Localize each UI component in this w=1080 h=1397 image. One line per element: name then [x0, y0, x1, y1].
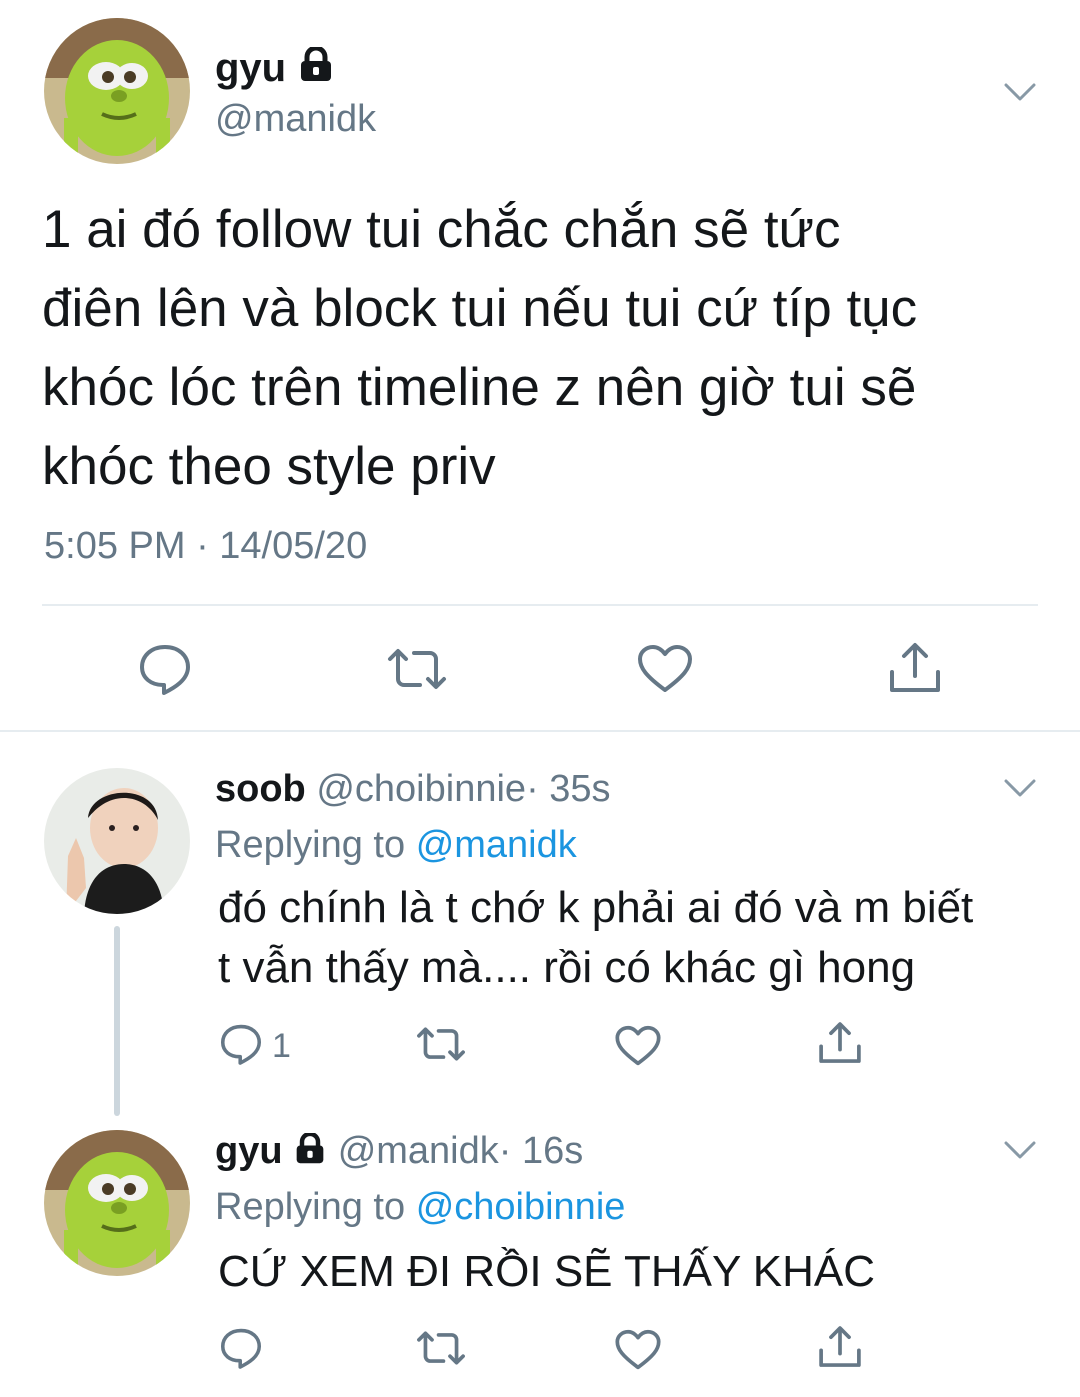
retweet-icon[interactable] [384, 645, 450, 693]
avatar[interactable] [44, 18, 190, 164]
avatar[interactable] [44, 768, 190, 914]
divider [42, 604, 1038, 606]
share-icon[interactable] [816, 1324, 864, 1370]
retweet-icon[interactable] [414, 1024, 468, 1064]
share-icon[interactable] [816, 1020, 864, 1066]
tweet-text: đó chính là t chớ k phải ai đó và m biết… [218, 878, 973, 998]
tweet-text-line: t vẫn thấy mà.... rồi có khác gì hong [218, 943, 916, 992]
lock-icon [293, 1130, 327, 1176]
avatar-mike-image [44, 18, 190, 164]
replying-to-link[interactable]: @choibinnie [416, 1186, 626, 1228]
like-icon[interactable] [636, 643, 694, 695]
chevron-down-icon[interactable] [1002, 1138, 1038, 1162]
replying-to-label: Replying to [215, 824, 406, 866]
handle[interactable]: @choibinnie [316, 768, 526, 810]
thread-connector [114, 926, 120, 1116]
reply-icon[interactable] [136, 642, 194, 696]
share-icon[interactable] [886, 640, 944, 696]
tweet-text-line: khóc theo style priv [42, 437, 496, 496]
replying-to: Replying to @manidk [215, 822, 577, 868]
display-name[interactable]: soob [215, 768, 306, 810]
avatar[interactable] [44, 1130, 190, 1276]
chevron-down-icon[interactable] [1002, 776, 1038, 800]
relative-time[interactable]: · 35s [526, 768, 610, 810]
like-icon[interactable] [614, 1328, 662, 1372]
tweet-text: CỨ XEM ĐI RỒI SẼ THẤY KHÁC [218, 1242, 875, 1302]
handle[interactable]: @manidk [215, 96, 376, 142]
reply-icon[interactable] [218, 1326, 264, 1370]
replying-to: Replying to @choibinnie [215, 1184, 625, 1230]
handle[interactable]: @manidk [338, 1130, 499, 1172]
display-name[interactable]: gyu [215, 46, 286, 90]
avatar-photo-image [44, 768, 190, 914]
section-divider [0, 730, 1080, 732]
tweet-text-line: khóc lóc trên timeline z nên giờ tui sẽ [42, 358, 917, 417]
timestamp[interactable]: 5:05 PM · 14/05/20 [44, 522, 367, 570]
display-name[interactable]: gyu [215, 1130, 283, 1172]
tweet-text-line: 1 ai đó follow tui chắc chắn sẽ tức [42, 200, 841, 259]
reply-icon[interactable] [218, 1022, 264, 1066]
tweet-text: 1 ai đó follow tui chắc chắn sẽ tức điên… [42, 190, 917, 506]
tweet-text-line: CỨ XEM ĐI RỒI SẼ THẤY KHÁC [218, 1247, 875, 1296]
retweet-icon[interactable] [414, 1328, 468, 1368]
like-icon[interactable] [614, 1024, 662, 1068]
tweet-text-line: điên lên và block tui nếu tui cứ típ tục [42, 279, 918, 338]
chevron-down-icon[interactable] [1002, 80, 1038, 104]
reply-count: 1 [272, 1027, 291, 1065]
lock-icon [297, 45, 335, 94]
replying-to-link[interactable]: @manidk [416, 824, 577, 866]
relative-time[interactable]: · 16s [499, 1130, 583, 1172]
avatar-mike-image [44, 1130, 190, 1276]
replying-to-label: Replying to [215, 1186, 406, 1228]
tweet-text-line: đó chính là t chớ k phải ai đó và m biết [218, 883, 974, 932]
